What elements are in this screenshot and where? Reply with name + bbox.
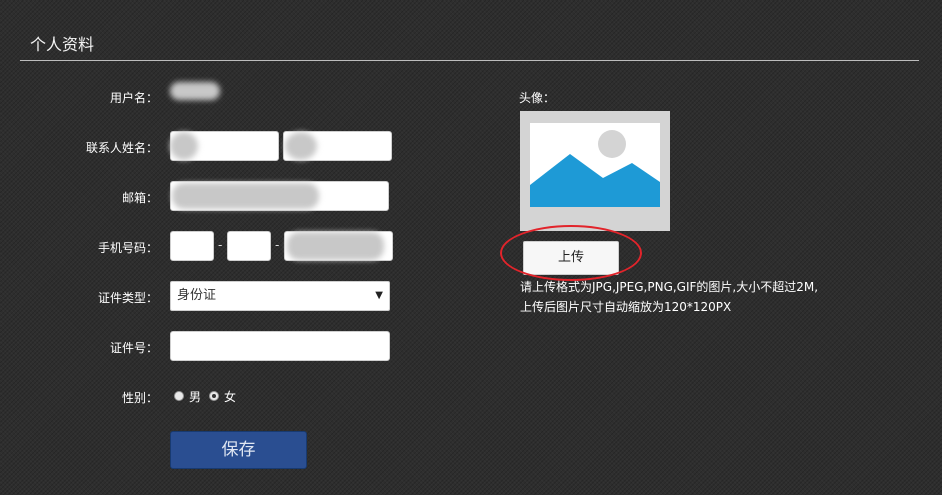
mobile-part2-field[interactable] xyxy=(227,231,271,261)
mobile-part1-field[interactable] xyxy=(170,231,214,261)
gender-label: 性别： xyxy=(121,391,158,405)
contact-name-label: 联系人姓名： xyxy=(85,141,158,155)
id-type-label: 证件类型： xyxy=(97,291,158,305)
gender-male-radio[interactable] xyxy=(174,391,184,401)
avatar-label: 头像： xyxy=(519,91,556,105)
highlight-annotation-circle xyxy=(500,225,642,281)
mobile-label: 手机号码： xyxy=(97,241,158,255)
upload-hint-line2: 上传后图片尺寸自动缩放为120*120PX xyxy=(520,300,732,314)
id-number-label: 证件号： xyxy=(109,341,158,355)
page-title: 个人资料 xyxy=(30,35,95,54)
gender-female-radio[interactable] xyxy=(209,391,219,401)
id-type-selected-value: 身份证 xyxy=(177,288,217,303)
mobile-redacted xyxy=(287,232,384,260)
username-value-redacted xyxy=(170,82,220,100)
mobile-separator-2: - xyxy=(275,238,280,252)
title-divider xyxy=(20,60,919,61)
dropdown-arrow-icon: ▼ xyxy=(375,290,383,301)
upload-hint-line1: 请上传格式为JPG,JPEG,PNG,GIF的图片,大小不超过2M, xyxy=(520,280,819,294)
first-name-redacted xyxy=(285,132,317,160)
mobile-separator-1: - xyxy=(218,238,223,252)
avatar-placeholder-image xyxy=(520,111,670,231)
last-name-redacted xyxy=(170,132,198,160)
username-label: 用户名： xyxy=(109,91,158,105)
image-placeholder-icon xyxy=(530,123,660,207)
email-label: 邮箱： xyxy=(121,191,158,205)
id-number-field[interactable] xyxy=(170,331,390,361)
id-type-select[interactable]: 身份证 ▼ xyxy=(170,281,390,311)
save-button[interactable]: 保存 xyxy=(170,431,307,469)
email-redacted xyxy=(172,183,319,209)
gender-male-label: 男 xyxy=(189,390,202,404)
gender-female-label: 女 xyxy=(224,390,237,404)
